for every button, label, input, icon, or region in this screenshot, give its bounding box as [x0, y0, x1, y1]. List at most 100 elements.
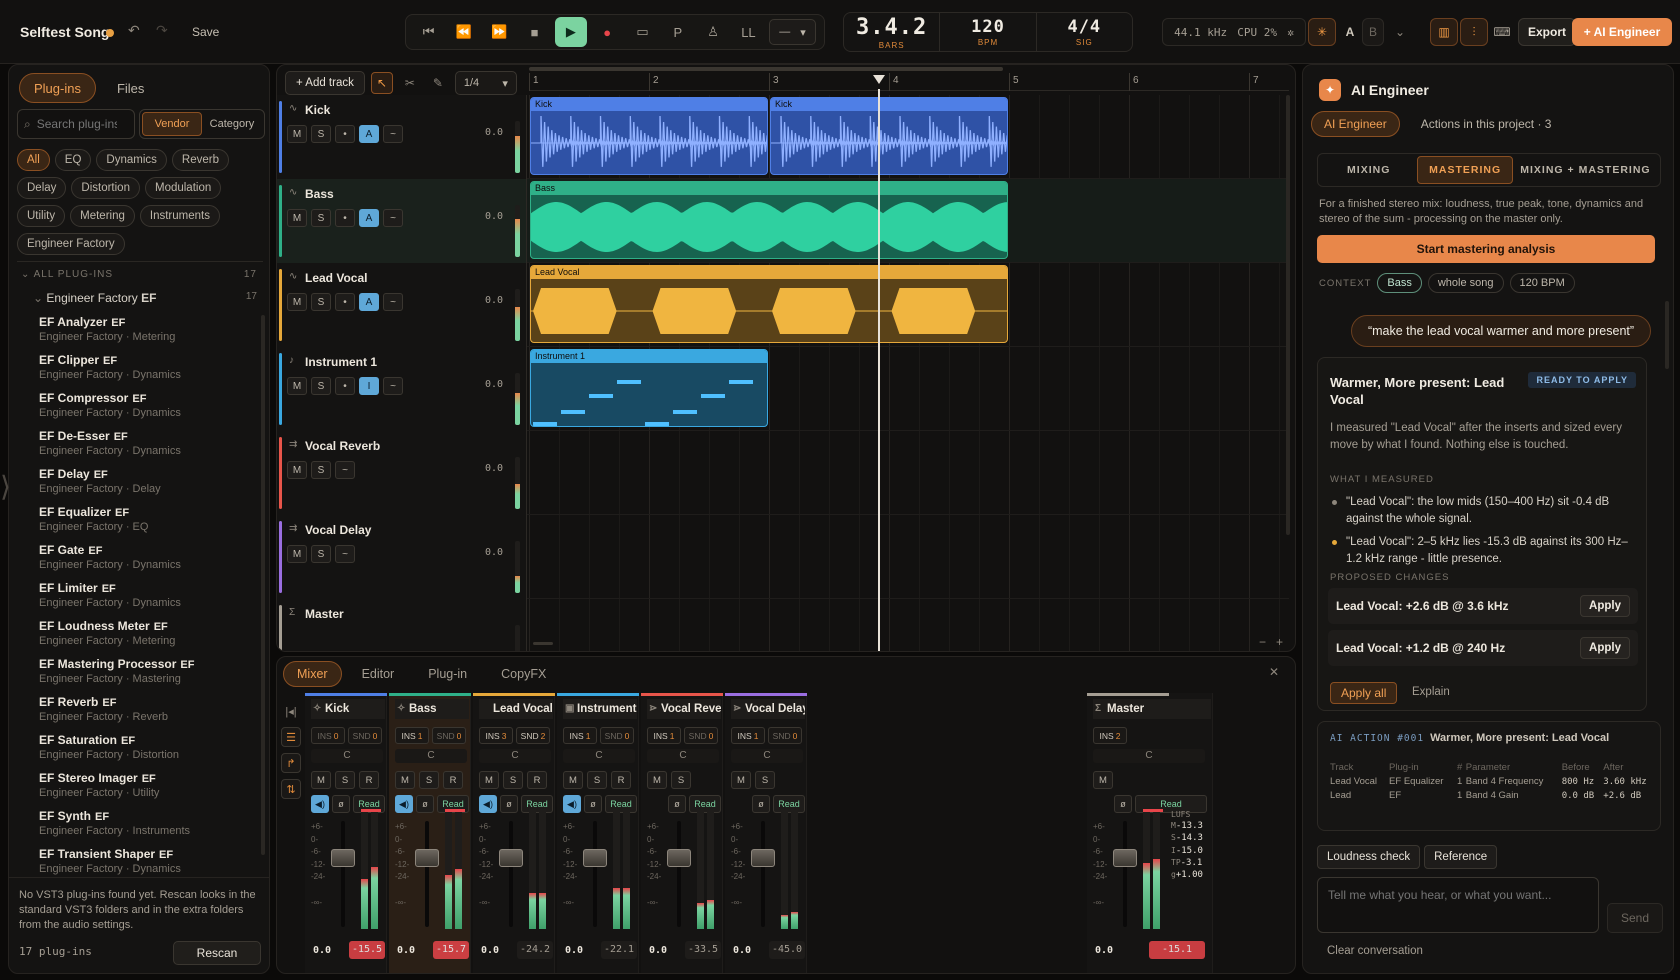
filter-chip-eq[interactable]: EQ — [54, 149, 92, 171]
group-by-category[interactable]: Category — [202, 112, 262, 136]
chat-scrollbar[interactable] — [1665, 301, 1669, 369]
pan-knob[interactable]: C — [479, 749, 551, 763]
plugin-item[interactable]: EF Synth EF Engineer Factory · Instruments — [39, 809, 239, 847]
chevron-down-icon[interactable]: ⌄ — [1390, 18, 1410, 46]
playhead[interactable] — [878, 89, 880, 651]
volume-fader-handle[interactable] — [667, 849, 691, 868]
channel-peak-value[interactable]: -15.1 — [1149, 941, 1205, 959]
channel-peak-value[interactable]: -33.5 — [685, 941, 721, 959]
channel-volume-value[interactable]: 0.0 — [1095, 945, 1113, 956]
ai-prompt-input[interactable] — [1317, 877, 1599, 933]
track-header[interactable]: ∿ Bass M S • A ~0.0 — [277, 179, 527, 263]
phase-invert-icon[interactable]: ø — [332, 795, 350, 813]
pan-knob[interactable]: C — [563, 749, 635, 763]
plugin-item[interactable]: EF Loudness Meter EF Engineer Factory · Me… — [39, 619, 239, 657]
sends-slot[interactable]: SND 0 — [684, 727, 718, 744]
mute-button[interactable]: M — [731, 771, 751, 789]
zoom-out-icon[interactable]: − — [1259, 635, 1266, 649]
clip-header[interactable] — [531, 98, 767, 111]
plugin-search-box[interactable]: ⌕ — [17, 109, 135, 139]
channel-name[interactable]: ✧ Bass — [395, 699, 469, 719]
all-plugins-header[interactable]: ⌄ ALL PLUG-INS 17 — [21, 269, 257, 280]
filter-chip-utility[interactable]: Utility — [17, 205, 66, 227]
solo-button[interactable]: S — [311, 377, 331, 395]
waveform-toggle-button[interactable]: ~ — [383, 209, 403, 227]
mode-mixing[interactable]: MIXING — [1320, 156, 1417, 184]
group-by-vendor[interactable]: Vendor — [142, 112, 202, 136]
volume-fader-track[interactable] — [341, 821, 345, 927]
clip-kick[interactable]: Kick — [530, 97, 768, 175]
waveform-toggle-button[interactable]: ~ — [383, 125, 403, 143]
volume-fader-handle[interactable] — [751, 849, 775, 868]
tab-plug-ins[interactable]: Plug-ins — [19, 73, 96, 103]
automation-button[interactable]: A — [359, 125, 379, 143]
solo-button[interactable]: S — [311, 293, 331, 311]
filter-chip-modulation[interactable]: Modulation — [144, 177, 222, 199]
settings-gear-icon[interactable]: ✲ — [1287, 26, 1294, 39]
vendor-group-engineer-factory[interactable]: ⌄ Engineer Factory EF 17 — [33, 291, 257, 305]
channel-peak-value[interactable]: -24.2 — [517, 941, 553, 959]
inserts-slot[interactable]: INS 1 — [563, 727, 597, 744]
record-arm-button[interactable]: • — [335, 377, 355, 395]
phase-invert-icon[interactable]: ø — [584, 795, 602, 813]
tab-files[interactable]: Files — [102, 73, 159, 103]
mute-button[interactable]: M — [287, 125, 307, 143]
channel-name[interactable]: Lead Vocal — [479, 699, 553, 719]
track-lane[interactable]: Lead Vocal — [529, 263, 1289, 347]
plugin-item[interactable]: EF Delay EF Engineer Factory · Delay — [39, 467, 239, 505]
plugin-item[interactable]: EF Mastering Processor EF Engineer Factory… — [39, 657, 239, 695]
track-header[interactable]: Σ Master — [277, 599, 527, 651]
track-name[interactable]: Kick — [305, 103, 330, 117]
clip-header[interactable] — [531, 266, 1007, 279]
record-icon[interactable]: ● — [593, 19, 622, 45]
quick-action-reference[interactable]: Reference — [1424, 845, 1498, 869]
clip-bass[interactable]: Bass — [530, 181, 1008, 259]
inserts-slot[interactable]: INS 1 — [395, 727, 429, 744]
sends-slot[interactable]: SND 0 — [600, 727, 634, 744]
monitor-speaker-icon[interactable]: ◀) — [311, 795, 329, 813]
track-volume[interactable]: 0.0 — [485, 463, 503, 474]
clip-lead-vocal[interactable]: Lead Vocal — [530, 265, 1008, 343]
inserts-slot[interactable]: INS 1 — [731, 727, 765, 744]
plugin-item[interactable]: EF Reverb EF Engineer Factory · Reverb — [39, 695, 239, 733]
tab-copyfx[interactable]: CopyFX — [487, 661, 560, 687]
track-lane[interactable] — [529, 599, 1289, 651]
plugin-item[interactable]: EF Analyzer EF Engineer Factory · Metering — [39, 315, 239, 353]
loop-region[interactable] — [529, 67, 1003, 71]
scissors-tool-icon[interactable]: ✂ — [399, 72, 421, 94]
volume-fader-track[interactable] — [677, 821, 681, 927]
record-button[interactable]: R — [611, 771, 631, 789]
signature-display[interactable]: 4/4 SIG — [1037, 13, 1132, 51]
bars-display[interactable]: 3.4.2 BARS — [844, 13, 941, 51]
mute-button[interactable]: M — [287, 377, 307, 395]
loop-icon[interactable]: ▭ — [628, 19, 657, 45]
clip-header[interactable] — [531, 182, 1007, 195]
sends-slot[interactable]: SND 2 — [516, 727, 550, 744]
automation-button[interactable]: A — [359, 209, 379, 227]
clip-instrument-1[interactable]: Instrument 1 — [530, 349, 768, 427]
export-button[interactable]: Export — [1518, 18, 1576, 46]
layout-panels-icon[interactable]: ▥ — [1430, 18, 1458, 46]
channel-name[interactable]: ⋗Vocal Reverb — [647, 699, 721, 719]
mode-mastering[interactable]: MASTERING — [1417, 156, 1513, 184]
plugin-list-scrollbar[interactable] — [261, 315, 265, 855]
ab-b-button[interactable]: B — [1362, 18, 1384, 46]
pointer-tool-icon[interactable]: ↖ — [370, 72, 393, 94]
mute-button[interactable]: M — [287, 545, 307, 563]
automation-button[interactable]: A — [359, 293, 379, 311]
sends-slot[interactable]: SND 0 — [768, 727, 802, 744]
arrange-vertical-scrollbar[interactable] — [1286, 95, 1290, 535]
track-name[interactable]: Master — [305, 607, 344, 621]
grid-select[interactable]: 1/4 ▾ — [454, 71, 517, 95]
volume-fader-track[interactable] — [761, 821, 765, 927]
solo-button[interactable]: S — [671, 771, 691, 789]
quick-action-loudness-check[interactable]: Loudness check — [1317, 845, 1421, 869]
clip-header[interactable] — [771, 98, 1007, 111]
phase-invert-icon[interactable]: ø — [416, 795, 434, 813]
track-lane[interactable] — [529, 515, 1289, 599]
track-lane[interactable] — [529, 431, 1289, 515]
track-volume[interactable]: 0.0 — [485, 211, 503, 222]
filter-chip-distortion[interactable]: Distortion — [71, 177, 140, 199]
pencil-tool-icon[interactable]: ✎ — [427, 72, 449, 94]
volume-fader-track[interactable] — [593, 821, 597, 927]
